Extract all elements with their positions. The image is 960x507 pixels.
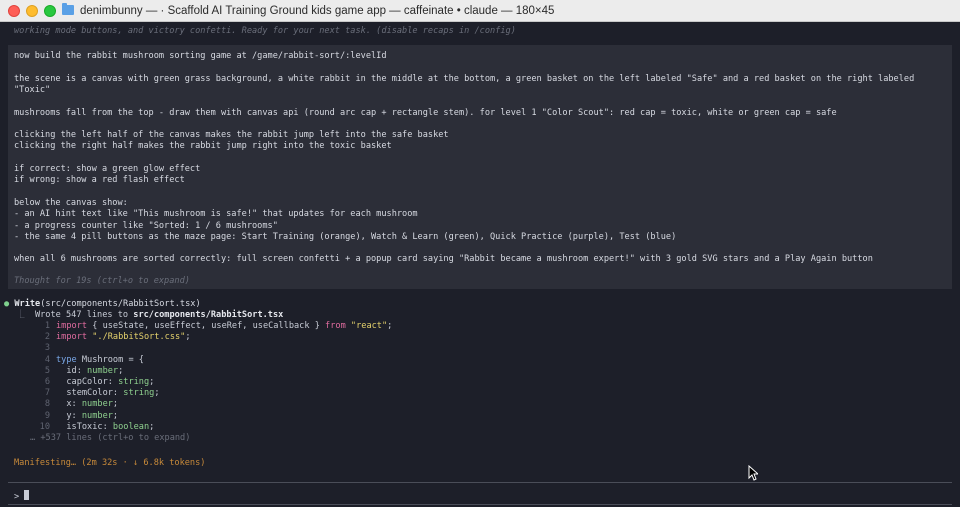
tool-arg: (src/components/RabbitSort.tsx) <box>40 299 201 309</box>
code-token: ; <box>118 365 124 376</box>
code-line: 7 stemColor: string; <box>12 388 160 399</box>
code-line: 10 isToxic: boolean; <box>12 421 155 433</box>
code-line: 6 capColor: string; <box>12 377 155 388</box>
code-token: string <box>123 388 155 399</box>
code-token: "react" <box>345 321 388 331</box>
code-line: 8 x: number; <box>12 399 118 410</box>
prompt-line: "Toxic" <box>14 84 51 95</box>
prompt-line: - a progress counter like "Sorted: 1 / 6… <box>14 220 278 231</box>
code-line: 3 <box>12 343 56 354</box>
code-token: capColor: <box>56 377 119 387</box>
prompt-line: the scene is a canvas with green grass b… <box>14 73 915 84</box>
code-token: y: <box>56 410 82 421</box>
code-line: 2 import "./RabbitSort.css"; <box>12 332 191 343</box>
code-token: number <box>81 399 113 410</box>
input-prompt: > <box>14 492 20 502</box>
prompt-line: clicking the right half makes the rabbit… <box>14 141 392 152</box>
code-line: 4 type Mushroom = { <box>12 355 144 366</box>
code-token: type <box>56 354 77 365</box>
input-bottom-divider <box>8 504 952 505</box>
line-number: 6 <box>44 377 50 387</box>
line-number: 1 <box>44 321 50 331</box>
code-token: boolean <box>112 421 150 432</box>
close-button[interactable] <box>8 5 20 17</box>
prompt-line: - an AI hint text like "This mushroom is… <box>14 209 418 220</box>
line-number: 7 <box>44 388 50 399</box>
bullet-icon: ● <box>4 299 15 309</box>
input-line[interactable]: > <box>14 490 30 503</box>
code-token: import <box>56 321 88 331</box>
line-number: 10 <box>39 421 50 432</box>
window-title: denimbunny — · Scaffold AI Training Grou… <box>80 5 555 17</box>
line-number: 5 <box>44 365 50 376</box>
code-token: ; <box>112 410 119 421</box>
code-token: ; <box>112 399 119 410</box>
prompt-line: when all 6 mushrooms are sorted correctl… <box>14 254 873 265</box>
code-token: ; <box>154 388 160 399</box>
code-token: ; <box>149 421 155 432</box>
code-line: 1 import { useState, useEffect, useRef, u… <box>12 321 393 332</box>
code-token: number <box>87 365 119 376</box>
tool-name: Write <box>14 299 41 309</box>
zoom-button[interactable] <box>44 5 56 17</box>
title-bar: denimbunny — · Scaffold AI Training Grou… <box>0 0 960 22</box>
text-cursor <box>24 490 30 500</box>
line-number: 4 <box>44 354 50 365</box>
prompt-line: mushrooms fall from the top - draw them … <box>14 107 837 118</box>
code-token: x: <box>56 399 82 410</box>
tool-call-line: ● Write(src/components/RabbitSort.tsx) <box>4 299 201 310</box>
terminal-output[interactable]: working mode buttons, and victory confet… <box>0 22 960 507</box>
prompt-line: if correct: show a green glow effect <box>14 164 201 174</box>
line-number: 9 <box>44 410 50 421</box>
prompt-line: - the same 4 pill buttons as the maze pa… <box>14 231 677 242</box>
prompt-line: if wrong: show a red flash effect <box>14 175 185 186</box>
code-token: number <box>81 410 113 421</box>
line-number: 2 <box>44 332 50 343</box>
terminal-window: denimbunny — · Scaffold AI Training Grou… <box>0 0 960 507</box>
line-number: 3 <box>44 343 50 354</box>
more-lines[interactable]: … +537 lines (ctrl+o to expand) <box>30 433 190 444</box>
line-number: 8 <box>44 399 50 410</box>
code-token: ; <box>387 321 393 331</box>
code-token: import <box>56 332 88 343</box>
tool-result-line: ⎿ Wrote 547 lines to src/components/Rabb… <box>16 310 284 320</box>
code-token: ; <box>185 332 191 343</box>
code-line: 9 y: number; <box>12 411 118 422</box>
minimize-button[interactable] <box>26 5 38 17</box>
mouse-pointer-icon <box>748 465 758 481</box>
code-token: from <box>325 321 346 331</box>
thought-line[interactable]: Thought for 19s (ctrl+o to expand) <box>14 276 190 287</box>
code-token: isToxic: <box>56 421 113 432</box>
code-token: stemColor: <box>56 388 124 399</box>
code-token: { useState, useEffect, useRef, useCallba… <box>87 321 326 331</box>
code-token: id: <box>56 365 88 376</box>
prompt-line: now build the rabbit mushroom sorting ga… <box>14 51 387 61</box>
code-token: Mushroom = { <box>76 354 144 365</box>
code-token: "./RabbitSort.css" <box>87 332 186 343</box>
status-line: Manifesting… (2m 32s · ↓ 6.8k tokens) <box>14 458 206 468</box>
tool-result-file: src/components/RabbitSort.tsx <box>133 310 284 320</box>
code-token: string <box>118 377 150 387</box>
prompt-line: clicking the left half of the canvas mak… <box>14 130 449 141</box>
recap-line: working mode buttons, and victory confet… <box>14 26 516 36</box>
code-token: ; <box>149 377 155 387</box>
folder-icon <box>62 3 74 15</box>
code-line: 5 id: number; <box>12 366 123 377</box>
prompt-line: below the canvas show: <box>14 197 128 208</box>
tool-result-prefix: Wrote 547 lines to <box>34 310 134 320</box>
input-top-divider <box>8 482 952 483</box>
